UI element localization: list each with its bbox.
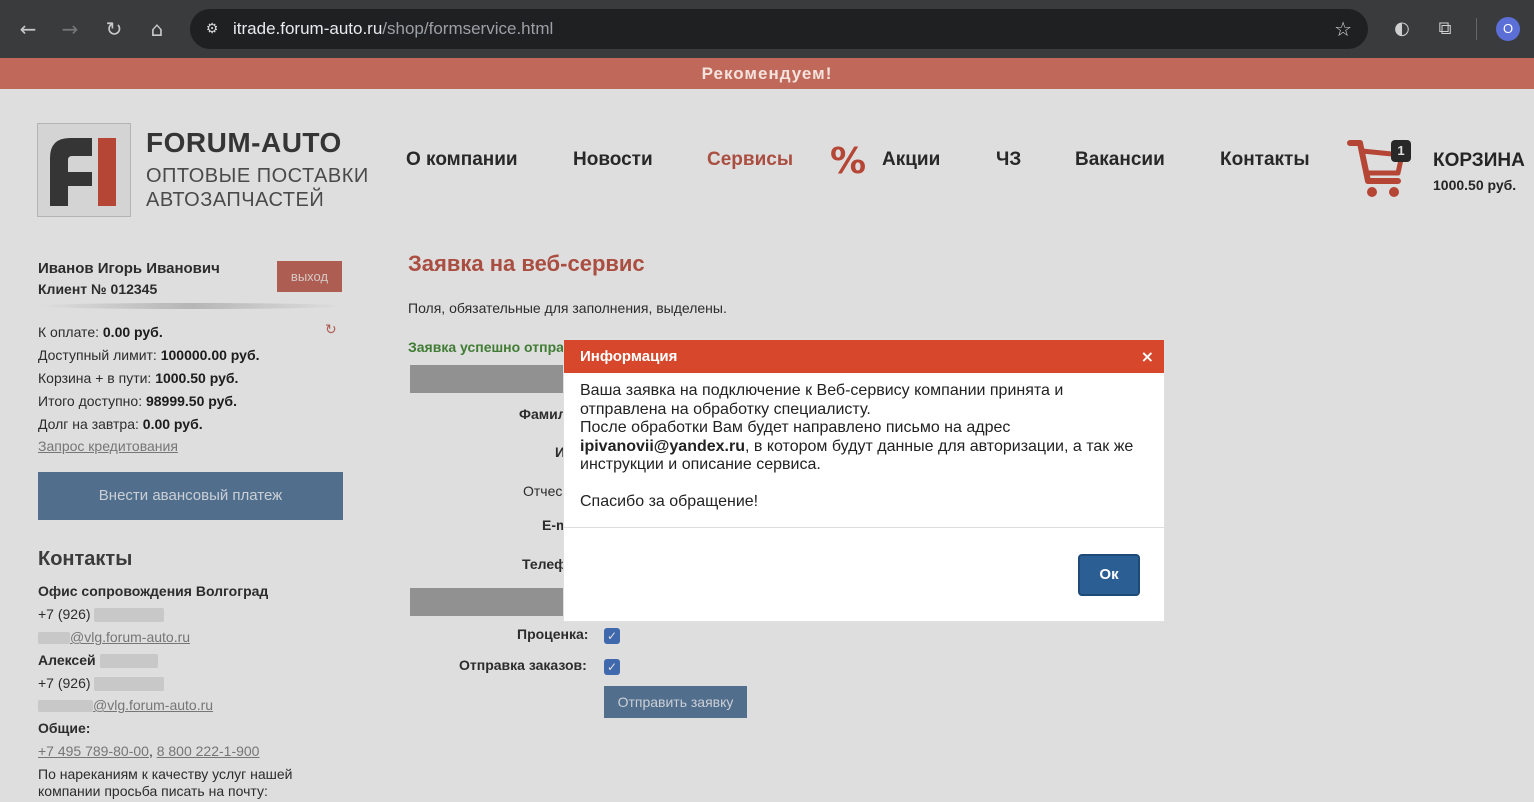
promo-banner[interactable]: Рекомендуем! xyxy=(0,58,1534,89)
modal-header: Информация × xyxy=(564,340,1164,373)
puzzle-extensions-icon[interactable]: ⧉ xyxy=(1432,16,1458,42)
modal-body: Ваша заявка на подключение к Веб-сервису… xyxy=(580,382,1150,512)
info-modal: Информация × Ваша заявка на подключение … xyxy=(564,340,1164,621)
modal-line-5: инструкции и описание сервиса. xyxy=(580,456,821,473)
home-icon[interactable]: ⌂ xyxy=(142,14,172,44)
url-text[interactable]: itrade.forum-auto.ru/shop/formservice.ht… xyxy=(233,19,553,39)
modal-divider xyxy=(564,527,1164,528)
modal-title: Информация xyxy=(580,348,678,365)
close-icon[interactable]: × xyxy=(1141,347,1154,366)
extension-icon[interactable]: ◐ xyxy=(1389,16,1415,42)
modal-line-2: отправлена на обработку специалисту. xyxy=(580,400,871,418)
modal-spacer xyxy=(580,475,1150,494)
browser-toolbar: ← → ↻ ⌂ ⚙ itrade.forum-auto.ru/shop/form… xyxy=(0,0,1534,58)
modal-thanks: Спасибо за обращение! xyxy=(580,493,759,510)
bookmark-star-icon[interactable]: ☆ xyxy=(1334,17,1352,41)
toolbar-divider xyxy=(1476,18,1477,40)
address-bar[interactable]: ⚙ itrade.forum-auto.ru/shop/formservice.… xyxy=(190,9,1368,49)
ok-button[interactable]: Ок xyxy=(1078,554,1140,596)
reload-icon[interactable]: ↻ xyxy=(99,14,129,44)
site-settings-icon[interactable]: ⚙ xyxy=(200,17,224,41)
modal-line-1: Ваша заявка на подключение к Веб-сервису… xyxy=(580,382,1064,399)
modal-line-3: После обработки Вам будет направлено пис… xyxy=(580,419,1011,436)
back-arrow-icon[interactable]: ← xyxy=(13,14,43,44)
modal-line-4: ipivanovii@yandex.ru, в котором будут да… xyxy=(580,437,1134,455)
forward-arrow-icon[interactable]: → xyxy=(55,14,85,44)
modal-email: ipivanovii@yandex.ru xyxy=(580,437,745,455)
profile-avatar[interactable]: O xyxy=(1496,17,1520,41)
